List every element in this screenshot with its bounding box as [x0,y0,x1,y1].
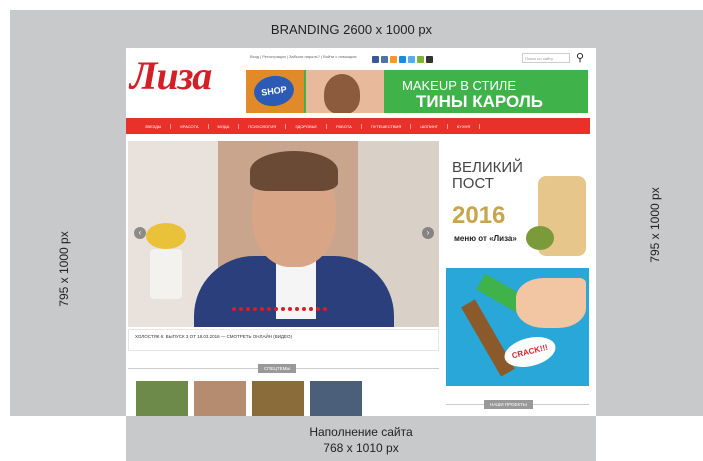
slider-dot[interactable] [323,307,327,311]
ad-beam [461,299,515,377]
nav-item[interactable]: КУХНЯ [448,123,481,129]
nav-item[interactable]: КРАСОТА [171,123,209,129]
topic-thumb[interactable] [194,381,246,416]
facebook-icon[interactable] [372,56,379,63]
content-label-line1: Наполнение сайта [309,425,413,439]
left-size-label: 795 x 1000 px [57,231,71,307]
slider-dots [232,307,327,311]
slider-dot[interactable] [295,307,299,311]
hero-hair [250,151,338,191]
hero-slider[interactable]: ‹ › [128,141,439,327]
topic-thumb[interactable] [136,381,188,416]
slider-dot[interactable] [288,307,292,311]
banner-badge: SHOP [252,73,296,109]
youtube-icon[interactable] [426,56,433,63]
topic-thumb[interactable] [252,381,304,416]
ad-foot [516,278,586,328]
hero-person [194,151,394,327]
content-label-line2: 768 x 1010 px [323,441,399,455]
hero-caption[interactable]: ХОЛОСТЯК 6: ВЫПУСК 3 ОТ 18.03.2016 — СМО… [128,329,439,351]
slider-next-icon[interactable]: › [422,227,434,239]
slider-prev-icon[interactable]: ‹ [134,227,146,239]
nav-item[interactable]: РАБОТА [327,123,362,129]
ok-icon[interactable] [390,56,397,63]
ad-banner[interactable]: CRACK!!! [446,268,589,386]
twitter-icon[interactable] [408,56,415,63]
slider-dot[interactable] [246,307,250,311]
banner-line2: ТИНЫ КАРОЛЬ [416,92,543,111]
promo-line2: ПОСТ [452,175,494,192]
promo-food-image-2 [526,226,554,250]
search-icon[interactable]: ⚲ [572,51,588,65]
slider-dot[interactable] [232,307,236,311]
hero-flowers [146,223,186,249]
top-links[interactable]: Вход | Регистрация | Забыли пароль? | Во… [250,54,357,59]
banner-line1: MAKEUP В СТИЛЕ [402,78,517,93]
nav-item[interactable]: ЗВЕЗДЫ [136,123,172,129]
stage: BRANDING 2600 x 1000 px 795 x 1000 px 79… [0,0,703,461]
slider-dot[interactable] [281,307,285,311]
slider-dot[interactable] [302,307,306,311]
search-input[interactable]: Поиск по сайту [522,53,570,63]
site-content: Лиза Вход | Регистрация | Забыли пароль?… [126,48,596,416]
slider-dot[interactable] [253,307,257,311]
banner-badge-bg: SHOP [246,70,304,113]
promo-block[interactable]: ВЕЛИКИЙ ПОСТ 2016 меню от «Лиза» [446,146,589,262]
slider-dot[interactable] [267,307,271,311]
special-topics-section: СПЕЦТЕМЫ [128,364,439,416]
nav-item[interactable]: ПУТЕШЕСТВИЯ [362,123,412,129]
topic-thumb[interactable] [310,381,362,416]
our-projects-section: НАШИ ПРОЕКТЫ [446,400,589,416]
nav-item[interactable]: ПСИХОЛОГИЯ [239,123,287,129]
slider-dot[interactable] [260,307,264,311]
main-nav: ЗВЕЗДЫ КРАСОТА МОДА ПСИХОЛОГИЯ ЗДОРОВЬЕ … [126,118,590,134]
projects-label: НАШИ ПРОЕКТЫ [484,400,533,409]
nav-item[interactable]: ЗДОРОВЬЕ [286,123,328,129]
nav-item[interactable]: ШОПИНГ [411,123,448,129]
vk-icon[interactable] [381,56,388,63]
promo-year: 2016 [452,202,506,229]
content-size-caption: Наполнение сайта 768 x 1010 px [126,416,596,461]
social-icons [372,56,433,63]
branding-label: BRANDING 2600 x 1000 px [270,22,433,37]
promo-subtitle: меню от «Лиза» [454,234,517,243]
hero-vase [150,249,182,299]
slider-dot[interactable] [274,307,278,311]
mailru-icon[interactable] [399,56,406,63]
site-logo[interactable]: Лиза [130,52,212,99]
slider-dot[interactable] [309,307,313,311]
google-icon[interactable] [417,56,424,63]
topic-thumbnails [136,381,362,416]
slider-dot[interactable] [239,307,243,311]
nav-item[interactable]: МОДА [209,123,240,129]
promo-line1: ВЕЛИКИЙ [452,159,523,176]
banner-portrait [306,70,384,113]
right-size-label: 795 x 1000 px [648,187,662,263]
header-banner[interactable]: SHOP MAKEUP В СТИЛЕ ТИНЫ КАРОЛЬ [246,70,588,113]
slider-dot[interactable] [316,307,320,311]
section-label: СПЕЦТЕМЫ [258,364,297,373]
promo-title: ВЕЛИКИЙ ПОСТ [452,160,523,192]
